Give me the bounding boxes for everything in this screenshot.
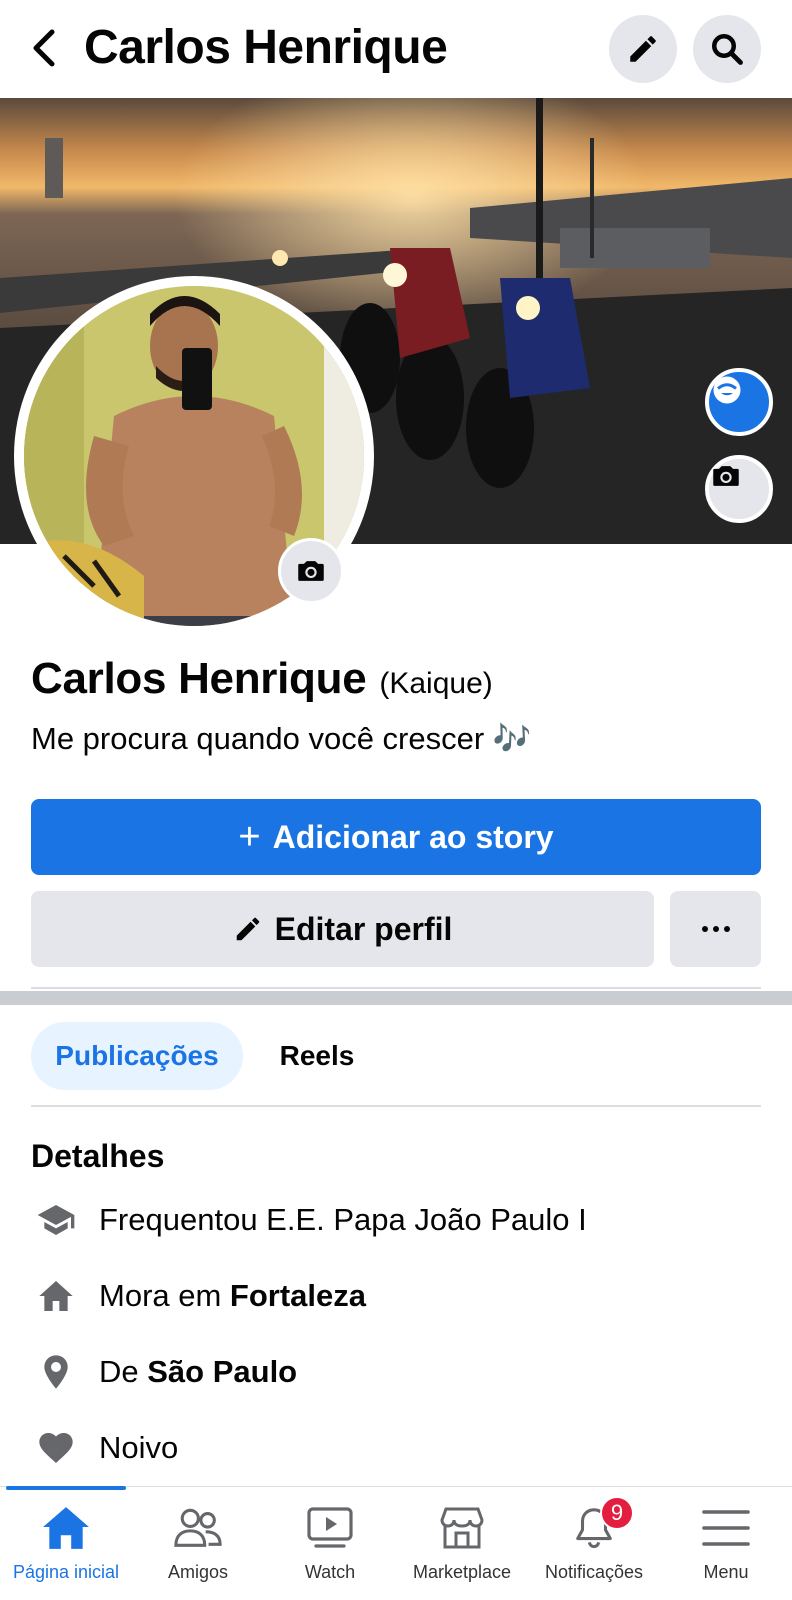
- pencil-icon: [630, 36, 656, 62]
- watch-icon: [300, 1500, 360, 1556]
- nav-friends[interactable]: Amigos: [132, 1500, 264, 1596]
- cover-camera-button[interactable]: [705, 455, 773, 523]
- more-options-button[interactable]: [670, 891, 761, 967]
- detail-from-city[interactable]: São Paulo: [147, 1354, 297, 1390]
- search-button[interactable]: [693, 15, 761, 83]
- detail-relationship-text: Noivo: [99, 1430, 179, 1465]
- nav-watch-label: Watch: [304, 1562, 356, 1582]
- marketplace-icon: [432, 1500, 492, 1556]
- location-pin-icon: [31, 1347, 81, 1397]
- friends-icon: [168, 1500, 228, 1556]
- camera-icon: [713, 466, 739, 486]
- active-tab-indicator: [6, 1486, 126, 1490]
- menu-icon: [696, 1500, 756, 1556]
- nav-friends-label: Amigos: [167, 1562, 229, 1582]
- nav-marketplace[interactable]: Marketplace: [396, 1500, 528, 1596]
- nav-notifications-label: Notificações: [544, 1562, 644, 1582]
- add-to-story-button[interactable]: + Adicionar ao story: [31, 799, 761, 875]
- edit-profile-button[interactable]: Editar perfil: [31, 891, 654, 967]
- nav-watch[interactable]: Watch: [264, 1500, 396, 1596]
- home-icon: [36, 1500, 96, 1556]
- nav-marketplace-label: Marketplace: [412, 1562, 512, 1582]
- heart-icon: [31, 1423, 81, 1473]
- nav-menu-label: Menu: [703, 1562, 749, 1582]
- divider: [31, 987, 761, 989]
- profile-name-row: Carlos Henrique (Kaique): [31, 654, 493, 704]
- detail-lives-in-prefix: Mora em: [99, 1278, 230, 1313]
- bell-icon: 9: [564, 1496, 634, 1556]
- nav-home-label: Página inicial: [12, 1562, 120, 1582]
- detail-education-text: Frequentou E.E. Papa João Paulo I: [99, 1202, 587, 1237]
- back-button[interactable]: [24, 26, 64, 70]
- avatar-icon: [713, 376, 741, 404]
- detail-lives-in: Mora em Fortaleza: [31, 1271, 366, 1321]
- section-divider: [0, 991, 792, 1005]
- nav-notifications[interactable]: 9 Notificações: [528, 1496, 660, 1596]
- home-icon: [31, 1271, 81, 1321]
- top-bar: Carlos Henrique: [0, 0, 792, 98]
- notification-badge: 9: [600, 1496, 634, 1530]
- profile-camera-button[interactable]: [278, 538, 344, 604]
- tab-reels[interactable]: Reels: [262, 1022, 372, 1090]
- tab-publicacoes[interactable]: Publicações: [31, 1022, 243, 1090]
- detail-relationship: Noivo: [31, 1423, 178, 1473]
- edit-button[interactable]: [609, 15, 677, 83]
- detail-from-prefix: De: [99, 1354, 148, 1389]
- search-icon: [712, 34, 743, 65]
- profile-alternate-name: (Kaique): [379, 667, 493, 700]
- detail-education: Frequentou E.E. Papa João Paulo I: [31, 1195, 587, 1245]
- back-arrow-icon: [33, 29, 55, 67]
- camera-icon: [298, 561, 324, 581]
- more-dots-icon: [701, 926, 730, 932]
- detail-from: De São Paulo: [31, 1347, 297, 1397]
- tabs-divider: [31, 1105, 761, 1107]
- add-to-story-label: Adicionar ao story: [272, 818, 554, 855]
- graduation-cap-icon: [31, 1195, 81, 1245]
- nav-home[interactable]: Página inicial: [0, 1500, 132, 1596]
- details-heading: Detalhes: [31, 1138, 165, 1174]
- plus-icon: +: [238, 816, 261, 858]
- profile-bio: Me procura quando você crescer 🎶: [31, 721, 532, 756]
- page-title: Carlos Henrique: [84, 21, 448, 74]
- pencil-icon: [236, 917, 259, 941]
- detail-lives-in-city[interactable]: Fortaleza: [230, 1278, 366, 1314]
- profile-name: Carlos Henrique: [31, 654, 367, 703]
- edit-profile-label: Editar perfil: [274, 910, 453, 947]
- avatar-button[interactable]: [705, 368, 773, 436]
- nav-menu[interactable]: Menu: [660, 1500, 792, 1596]
